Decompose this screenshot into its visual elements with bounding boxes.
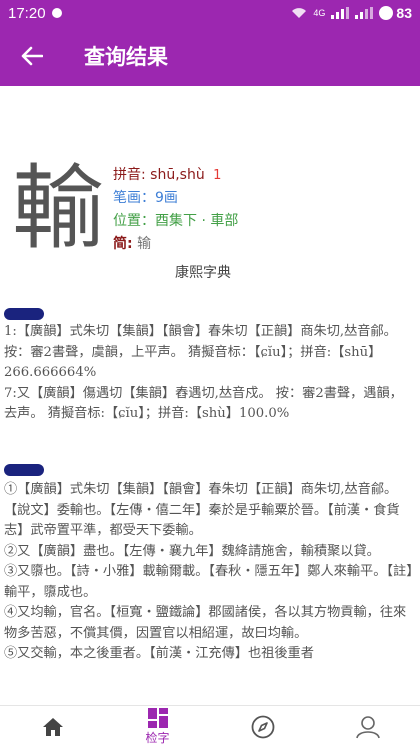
simplified-label: 简: — [113, 236, 133, 252]
status-time: 17:20 — [8, 4, 46, 22]
signal-icon-2 — [355, 7, 374, 19]
home-icon — [42, 717, 63, 736]
battery: 83 — [379, 5, 412, 21]
nav-home[interactable] — [0, 706, 105, 747]
character-meta: 拼音: shū,shù 1 笔画：9画 位置：酉集下 · 車部 简: 输 — [113, 164, 238, 256]
battery-icon — [379, 6, 394, 20]
character-glyph: 輸 — [11, 155, 104, 262]
arrow-left-icon — [21, 46, 43, 66]
fanqie-entry: 1:【廣韻】式朱切【集韻】【韻會】春朱切【正韻】商朱切,𠀤音鄃。 按：審2書聲，… — [4, 324, 397, 380]
definition-entry: ②又【廣韻】盡也。【左傳・襄九年】魏絳請施舍，輸積聚以貸。 — [4, 543, 380, 559]
network-type: 4G — [313, 8, 326, 18]
simplified-value[interactable]: 输 — [137, 236, 151, 252]
simplified-row: 简: 输 — [113, 233, 238, 256]
fanqie-section: 1:【廣韻】式朱切【集韻】【韻會】春朱切【正韻】商朱切,𠀤音鄃。 按：審2書聲，… — [4, 322, 414, 425]
battery-level: 83 — [396, 5, 412, 21]
app-bar: 查询结果 — [0, 26, 420, 86]
stroke-count: 笔画：9画 — [113, 190, 178, 206]
status-bar: 17:20 4G 83 — [0, 0, 420, 26]
nav-profile[interactable] — [315, 706, 420, 747]
dictionary-source: 康熙字典 — [175, 265, 231, 281]
fanqie-entry: 7:又【廣韻】傷遇切【集韻】舂遇切,𠀤音戍。 按：審2書聲，遇韻，去声。 猜擬音… — [4, 385, 403, 422]
back-button[interactable] — [0, 26, 64, 86]
definition-entry: ④又均輸，官名。【桓寬・鹽鐵論】郡國諸侯，各以其方物貢輸，往來物多苦惡，不償其價… — [4, 605, 407, 641]
pinyin-row: 拼音: shū,shù 1 — [113, 164, 238, 187]
bottom-navigation: 检字 — [0, 705, 420, 747]
nav-discover[interactable] — [210, 706, 315, 747]
radical-position: 位置：酉集下 · 車部 — [113, 213, 239, 229]
wifi-icon — [292, 8, 307, 18]
dashboard-icon — [147, 708, 168, 728]
notification-dot-icon — [51, 8, 62, 18]
section-tag-original — [4, 464, 44, 476]
character-card: 輸 拼音: shū,shù 1 笔画：9画 位置：酉集下 · 車部 简: 输 康… — [0, 150, 420, 290]
signal-icon — [331, 7, 350, 19]
section-tag-fanqie — [4, 308, 44, 320]
definition-entry: ⑤又交輸，本之後重者。【前漢・江充傳】也祖後重者 — [4, 646, 314, 661]
pinyin-label: 拼音: — [113, 167, 146, 183]
definition-entry: ③又隳也。【詩・小雅】載輸爾載。【春秋・隱五年】鄭人來輸平。【註】輸平，隳成也。 — [4, 564, 413, 600]
compass-icon — [251, 715, 274, 738]
pinyin-count: 1 — [213, 168, 222, 183]
definition-entry: ①【廣韻】式朱切【集韻】【韻會】春朱切【正韻】商朱切,𠀤音鄃。【說文】委輸也。【… — [4, 482, 400, 538]
user-icon — [355, 715, 380, 738]
nav-search-character[interactable]: 检字 — [105, 706, 210, 747]
pinyin-value[interactable]: shū,shù — [150, 167, 205, 183]
nav-search-label: 检字 — [145, 731, 170, 745]
page-title: 查询结果 — [84, 45, 168, 69]
original-text-section: ①【廣韻】式朱切【集韻】【韻會】春朱切【正韻】商朱切,𠀤音鄃。【說文】委輸也。【… — [4, 480, 414, 702]
